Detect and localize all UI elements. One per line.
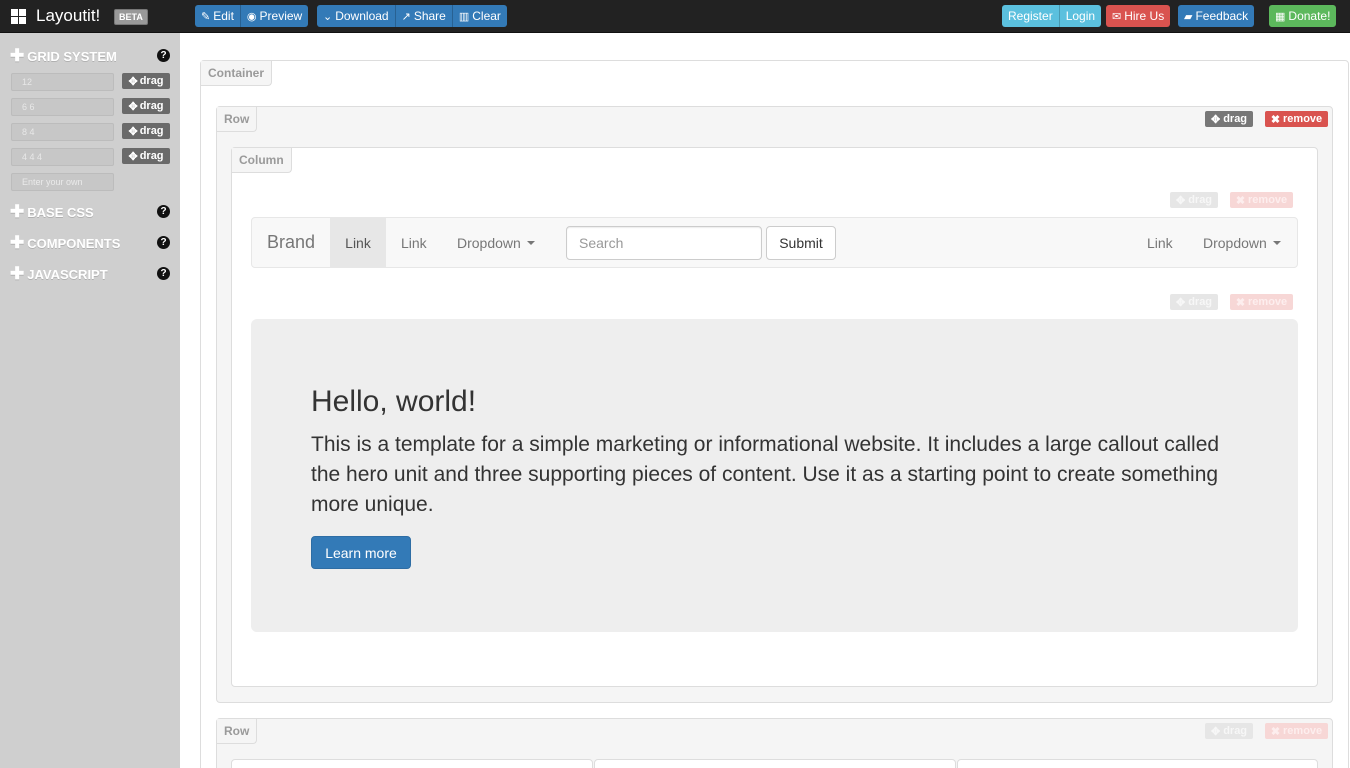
- preview-button[interactable]: ◉ Preview: [240, 5, 309, 27]
- grid-system-header[interactable]: ✚ GRID SYSTEM: [10, 47, 117, 65]
- base-css-header[interactable]: ✚ BASE CSS: [10, 203, 94, 221]
- plus-icon: ✚: [10, 233, 25, 252]
- row-2-drag-handle[interactable]: ✥ drag: [1205, 723, 1253, 739]
- components-help-icon[interactable]: ?: [157, 236, 170, 249]
- custom-grid-input[interactable]: Enter your own: [11, 173, 114, 191]
- layout-grid-icon: [11, 8, 26, 24]
- share-button[interactable]: ↗ Share: [395, 5, 453, 27]
- grid-row-12-input[interactable]: 12: [11, 73, 114, 91]
- navbar-search-input[interactable]: Search: [566, 226, 762, 260]
- app-title: Layoutit!: [36, 6, 101, 25]
- navbar-right-link[interactable]: Link: [1147, 218, 1173, 267]
- plus-icon: ✚: [10, 46, 25, 65]
- move-icon: ✥: [1210, 725, 1221, 738]
- navbar-remove-button[interactable]: ✖ remove: [1230, 192, 1293, 208]
- row-tag: Row: [217, 107, 258, 132]
- hero-title: Hello, world!: [311, 385, 477, 418]
- row-remove-button[interactable]: ✖ remove: [1265, 111, 1328, 127]
- feedback-button[interactable]: ▰ Feedback: [1178, 5, 1255, 27]
- move-icon: ✥: [128, 75, 138, 88]
- share-icon: ↗: [401, 10, 411, 23]
- envelope-icon: ✉: [1112, 10, 1122, 23]
- move-icon: ✥: [1175, 194, 1186, 207]
- grid-row-8-4-input[interactable]: 8 4: [11, 123, 114, 141]
- javascript-help-icon[interactable]: ?: [157, 267, 170, 280]
- edit-icon: ✎: [201, 10, 211, 23]
- column-tag: Column: [232, 148, 292, 173]
- row-2-remove-button[interactable]: ✖ remove: [1265, 723, 1328, 739]
- container-tag: Container: [201, 61, 273, 86]
- navbar-right-dropdown[interactable]: Dropdown: [1203, 218, 1281, 267]
- donate-group: ▦ Donate!: [1269, 5, 1337, 27]
- eye-icon: ◉: [246, 10, 257, 23]
- caret-down-icon: [1272, 240, 1281, 245]
- grid-row-6-6-drag[interactable]: ✥ drag: [122, 98, 170, 114]
- edit-button[interactable]: ✎ Edit: [195, 5, 241, 27]
- hero-text: This is a template for a simple marketin…: [311, 433, 1220, 516]
- row-drag-handle[interactable]: ✥ drag: [1205, 111, 1253, 127]
- clear-button[interactable]: ▥ Clear: [452, 5, 507, 27]
- layout-column-2c: [957, 759, 1318, 768]
- trash-icon: ▥: [458, 10, 470, 23]
- move-icon: ✥: [1175, 296, 1186, 309]
- move-icon: ✥: [128, 100, 138, 113]
- login-button[interactable]: Login: [1059, 5, 1102, 27]
- components-header[interactable]: ✚ COMPONENTS: [10, 234, 120, 252]
- grid-row-4-4-4-input[interactable]: 4 4 4: [11, 148, 114, 166]
- learn-more-button[interactable]: Learn more: [311, 536, 411, 569]
- edit-preview-group: ✎ Edit ◉ Preview: [195, 5, 309, 27]
- hero-unit: Hello, world! This is a template for a s…: [251, 319, 1298, 632]
- plus-icon: ✚: [10, 202, 25, 221]
- grid-system-help-icon[interactable]: ?: [157, 49, 170, 62]
- navbar-submit-button[interactable]: Submit: [766, 226, 836, 260]
- hire-us-group: ✉ Hire Us: [1106, 5, 1171, 27]
- layout-column-2b: [594, 759, 956, 768]
- chevron-down-icon: ⌄: [323, 10, 333, 23]
- file-actions-group: ⌄ Download ↗ Share ▥ Clear: [317, 5, 507, 27]
- plus-icon: ✚: [10, 264, 25, 283]
- move-icon: ✥: [128, 150, 138, 163]
- grid-row-4-4-4-drag[interactable]: ✥ drag: [122, 148, 170, 164]
- move-icon: ✥: [128, 125, 138, 138]
- grid-row-12-drag[interactable]: ✥ drag: [122, 73, 170, 89]
- donate-button[interactable]: ▦ Donate!: [1269, 5, 1337, 27]
- register-button[interactable]: Register: [1002, 5, 1060, 27]
- preview-navbar: Brand Link Link Dropdown Search Submit L…: [251, 217, 1298, 268]
- close-icon: ✖: [1235, 296, 1246, 309]
- navbar-link[interactable]: Link: [401, 218, 427, 267]
- hero-drag-handle[interactable]: ✥ drag: [1170, 294, 1218, 310]
- account-group: Register Login: [1002, 5, 1102, 27]
- navbar-dropdown[interactable]: Dropdown: [457, 218, 535, 267]
- comment-icon: ▰: [1184, 10, 1193, 23]
- grid-row-6-6-input[interactable]: 6 6: [11, 98, 114, 116]
- javascript-header[interactable]: ✚ JAVASCRIPT: [10, 265, 108, 283]
- app-brand[interactable]: Layoutit!: [11, 4, 100, 28]
- close-icon: ✖: [1235, 194, 1246, 207]
- hero-remove-button[interactable]: ✖ remove: [1230, 294, 1293, 310]
- navbar-brand[interactable]: Brand: [267, 218, 315, 267]
- feedback-group: ▰ Feedback: [1178, 5, 1255, 27]
- top-navbar: Layoutit! BETA ✎ Edit ◉ Preview ⌄ Downlo…: [0, 0, 1350, 33]
- navbar-link-active[interactable]: Link: [330, 218, 386, 267]
- sidebar: ✚ GRID SYSTEM ? 12 ✥ drag 6 6 ✥ drag 8 4 ✥…: [0, 33, 180, 768]
- close-icon: ✖: [1270, 725, 1281, 738]
- layout-column-2a: [231, 759, 593, 768]
- row-tag: Row: [217, 719, 258, 744]
- beta-badge: BETA: [114, 9, 148, 25]
- close-icon: ✖: [1270, 113, 1281, 126]
- hire-us-button[interactable]: ✉ Hire Us: [1106, 5, 1171, 27]
- base-css-help-icon[interactable]: ?: [157, 205, 170, 218]
- navbar-drag-handle[interactable]: ✥ drag: [1170, 192, 1218, 208]
- grid-row-8-4-drag[interactable]: ✥ drag: [122, 123, 170, 139]
- caret-down-icon: [526, 240, 535, 245]
- gift-icon: ▦: [1275, 10, 1286, 23]
- move-icon: ✥: [1210, 113, 1221, 126]
- download-button[interactable]: ⌄ Download: [317, 5, 396, 27]
